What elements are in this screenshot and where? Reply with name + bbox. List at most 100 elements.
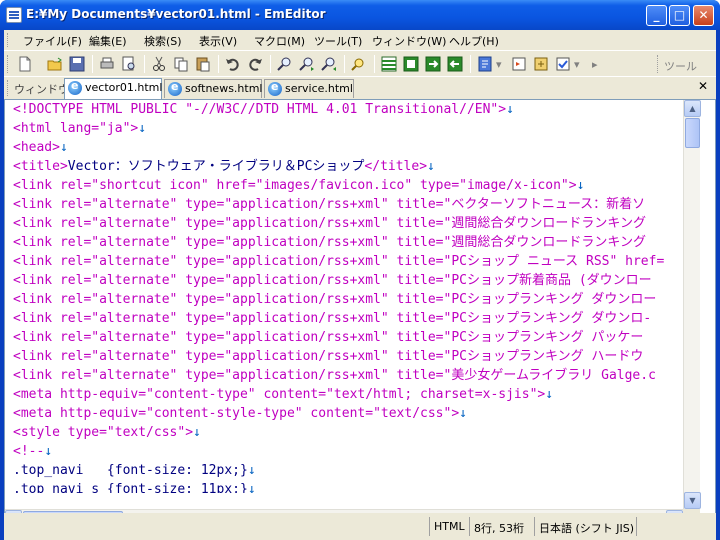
menu-tools[interactable]: ツール(T) bbox=[314, 33, 362, 49]
code-line[interactable]: <!--↓ bbox=[13, 442, 683, 461]
menu-macro[interactable]: マクロ(M) bbox=[254, 33, 305, 49]
code-line[interactable]: <link rel="alternate" type="application/… bbox=[13, 214, 683, 233]
code-line[interactable]: .top_navi {font-size: 12px;}↓ bbox=[13, 461, 683, 480]
window-prev-icon[interactable] bbox=[446, 55, 464, 73]
tab-softnews[interactable]: softnews.html bbox=[164, 79, 262, 98]
find-next-icon[interactable] bbox=[298, 55, 316, 73]
find-previous-icon[interactable] bbox=[320, 55, 338, 73]
code-token: <link rel= bbox=[13, 311, 92, 326]
code-area[interactable]: <!DOCTYPE HTML PUBLIC "-//W3C//DTD HTML … bbox=[13, 100, 683, 493]
html-file-icon bbox=[168, 80, 182, 96]
menu-search[interactable]: 検索(S) bbox=[144, 33, 182, 49]
tab-title: vector01.html bbox=[85, 81, 163, 94]
vertical-scroll-thumb[interactable] bbox=[685, 118, 700, 148]
open-folder-icon[interactable] bbox=[46, 55, 64, 73]
tab-service[interactable]: service.html bbox=[264, 79, 354, 98]
scroll-up-icon[interactable]: ▲ bbox=[684, 100, 701, 117]
cut-icon[interactable] bbox=[150, 55, 168, 73]
code-line[interactable]: <link rel="alternate" type="application/… bbox=[13, 309, 683, 328]
status-encoding[interactable]: 日本語 (シフト JIS) bbox=[534, 517, 638, 536]
code-token: "application/rss+xml" bbox=[224, 349, 389, 364]
menu-file[interactable]: ファイル(F) bbox=[23, 33, 82, 49]
code-token: type= bbox=[177, 273, 225, 288]
plugin-icon[interactable] bbox=[532, 55, 550, 73]
find-icon[interactable] bbox=[276, 55, 294, 73]
code-line[interactable]: <link rel="alternate" type="application/… bbox=[13, 252, 683, 271]
code-line[interactable]: <link rel="alternate" type="application/… bbox=[13, 328, 683, 347]
code-token: "alternate" bbox=[91, 273, 178, 288]
checklist-icon[interactable] bbox=[554, 55, 572, 73]
print-preview-icon[interactable] bbox=[120, 55, 138, 73]
redo-icon[interactable] bbox=[246, 55, 264, 73]
run-icon[interactable] bbox=[510, 55, 528, 73]
minimize-button[interactable]: _ bbox=[646, 5, 667, 26]
code-token: type= bbox=[177, 292, 225, 307]
menu-help[interactable]: ヘルプ(H) bbox=[449, 33, 499, 49]
code-line[interactable]: <style type="text/css">↓ bbox=[13, 423, 683, 442]
menu-view[interactable]: 表示(V) bbox=[199, 33, 237, 49]
menu-edit[interactable]: 編集(E) bbox=[89, 33, 127, 49]
code-token: <title> bbox=[13, 159, 68, 174]
line-break-mark-icon: ↓ bbox=[576, 178, 585, 193]
code-token: > bbox=[498, 102, 507, 117]
code-token: "shortcut icon" bbox=[91, 178, 209, 193]
window-next-icon[interactable] bbox=[424, 55, 442, 73]
scroll-down-icon[interactable]: ▼ bbox=[684, 492, 701, 509]
code-token: Vector：ソフトウェア・ライブラリ＆PCショップ bbox=[67, 159, 365, 174]
code-line[interactable]: <html lang="ja">↓ bbox=[13, 119, 683, 138]
status-mode[interactable]: HTML bbox=[429, 517, 469, 536]
code-line[interactable]: <link rel="alternate" type="application/… bbox=[13, 271, 683, 290]
window-tile-icon[interactable] bbox=[380, 55, 398, 73]
code-token: <link rel= bbox=[13, 254, 92, 269]
code-line[interactable]: <link rel="alternate" type="application/… bbox=[13, 347, 683, 366]
checklist-dropdown-icon[interactable]: ▾ bbox=[574, 58, 580, 71]
code-line[interactable]: .top_navi_s {font-size: 11px;}↓ bbox=[13, 480, 683, 493]
menu-grip[interactable] bbox=[7, 33, 10, 47]
code-token: type= bbox=[177, 311, 225, 326]
code-line[interactable]: <title>Vector：ソフトウェア・ライブラリ＆PCショップ</title… bbox=[13, 157, 683, 176]
window-cascade-icon[interactable] bbox=[402, 55, 420, 73]
code-line[interactable]: <link rel="alternate" type="application/… bbox=[13, 366, 683, 385]
new-document-icon[interactable] bbox=[16, 55, 34, 73]
code-line[interactable]: <meta http-equiv="content-style-type" co… bbox=[13, 404, 683, 423]
code-line[interactable]: <link rel="alternate" type="application/… bbox=[13, 290, 683, 309]
line-break-mark-icon: ↓ bbox=[247, 463, 256, 478]
close-button[interactable]: ✕ bbox=[693, 5, 714, 26]
maximize-button[interactable]: □ bbox=[669, 5, 690, 26]
code-token: type= bbox=[177, 216, 225, 231]
menu-window[interactable]: ウィンドウ(W) bbox=[372, 33, 446, 49]
status-position: 8行, 53桁 bbox=[469, 517, 528, 536]
code-line[interactable]: <link rel="shortcut icon" href="images/f… bbox=[13, 176, 683, 195]
tabbar-grip[interactable] bbox=[7, 80, 10, 96]
macro-dropdown-icon[interactable]: ▾ bbox=[496, 58, 502, 71]
close-tab-icon[interactable]: ✕ bbox=[698, 79, 708, 93]
code-line[interactable]: <meta http-equiv="content-type" content=… bbox=[13, 385, 683, 404]
code-token: "content-type" bbox=[146, 387, 256, 402]
code-line[interactable]: <!DOCTYPE HTML PUBLIC "-//W3C//DTD HTML … bbox=[13, 100, 683, 119]
app-icon[interactable] bbox=[6, 7, 22, 23]
tab-vector01[interactable]: vector01.html bbox=[64, 78, 162, 99]
paste-icon[interactable] bbox=[194, 55, 212, 73]
text-editor[interactable]: <!DOCTYPE HTML PUBLIC "-//W3C//DTD HTML … bbox=[4, 99, 716, 527]
code-line[interactable]: <head>↓ bbox=[13, 138, 683, 157]
title-bar[interactable]: E:¥My Documents¥vector01.html - EmEditor… bbox=[0, 0, 720, 30]
code-token: > bbox=[185, 425, 194, 440]
code-token: type= bbox=[177, 330, 225, 345]
status-extra bbox=[636, 517, 716, 536]
print-icon[interactable] bbox=[98, 55, 116, 73]
save-icon[interactable] bbox=[68, 55, 86, 73]
vertical-scrollbar[interactable]: ▲ ▼ bbox=[683, 100, 701, 509]
line-break-mark-icon: ↓ bbox=[59, 140, 68, 155]
code-line[interactable]: <link rel="alternate" type="application/… bbox=[13, 233, 683, 252]
toolbar-grip[interactable] bbox=[7, 55, 10, 73]
macro-icon[interactable] bbox=[476, 55, 494, 73]
toolbar-overflow-icon[interactable]: ▸ bbox=[592, 58, 598, 71]
code-token: <link rel= bbox=[13, 216, 92, 231]
toolbar-separator bbox=[270, 55, 271, 73]
copy-icon[interactable] bbox=[172, 55, 190, 73]
undo-icon[interactable] bbox=[224, 55, 242, 73]
tools-toolbar-grip[interactable] bbox=[657, 55, 660, 73]
highlight-icon[interactable] bbox=[350, 55, 368, 73]
code-token: title= bbox=[388, 311, 444, 326]
code-line[interactable]: <link rel="alternate" type="application/… bbox=[13, 195, 683, 214]
